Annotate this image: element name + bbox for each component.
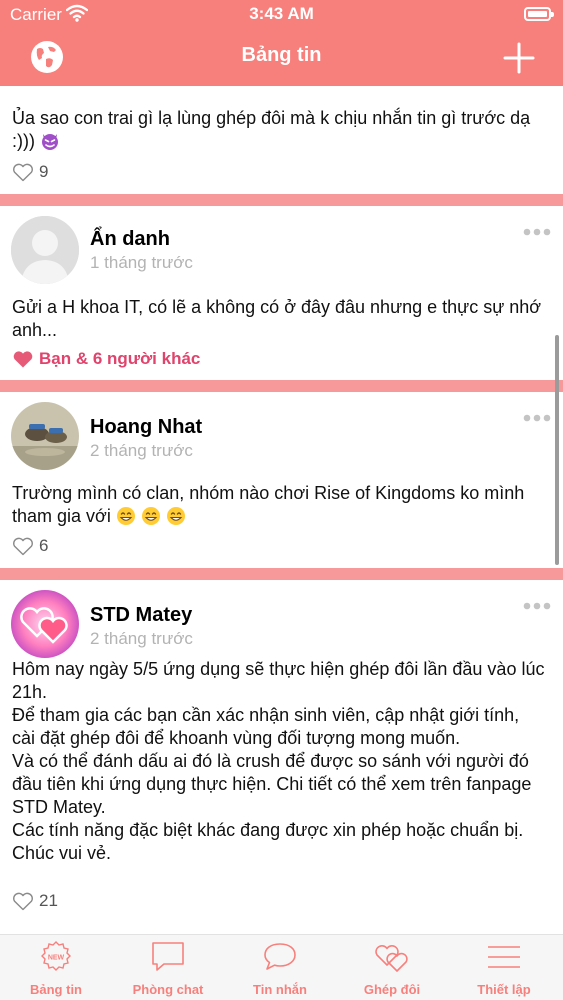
post-card[interactable]: STD Matey 2 tháng trước Hôm nay ngày 5/5…: [0, 580, 563, 934]
avatar[interactable]: [11, 216, 79, 284]
post-time: 2 tháng trước: [90, 629, 193, 648]
tab-label: Tin nhắn: [253, 982, 307, 997]
tab-match[interactable]: Ghép đôi: [336, 935, 448, 1000]
new-badge: NEW: [48, 955, 65, 962]
more-options-icon[interactable]: [523, 414, 551, 422]
plus-icon[interactable]: [503, 42, 535, 74]
post-content: Ủa sao con trai gì lạ lùng ghép đôi mà k…: [12, 108, 531, 151]
user-photo: [11, 402, 79, 470]
post-separator: [0, 568, 563, 580]
heart-outline-icon: [13, 163, 33, 182]
battery-icon: [524, 7, 554, 21]
scrollbar[interactable]: [555, 335, 559, 565]
heart-filled-icon: [13, 351, 33, 368]
tab-label: Bảng tin: [30, 982, 82, 997]
menu-icon: [488, 946, 520, 968]
author-name[interactable]: Ẩn danh: [90, 228, 170, 251]
post-content: Hôm nay ngày 5/5 ứng dụng sẽ thực hiện g…: [12, 659, 545, 863]
tab-bar: NEW Bảng tin Phòng chat Tin nhắn Ghép đô…: [0, 934, 563, 1000]
grin-emoji: [141, 507, 160, 525]
post-content: Trường mình có clan, nhóm nào chơi Rise …: [12, 483, 525, 526]
post-content: Gửi a H khoa IT, có lẽ a không có ở đây …: [12, 297, 542, 340]
tab-label: Ghép đôi: [363, 982, 421, 997]
author-name[interactable]: Hoang Nhat: [90, 416, 202, 439]
tab-messages[interactable]: Tin nhắn: [224, 935, 336, 1000]
chat-room-icon: [152, 942, 184, 971]
grin-emoji: [166, 507, 185, 525]
hearts-logo-avatar: [11, 590, 79, 658]
more-options-icon[interactable]: [523, 228, 551, 236]
news-feed[interactable]: Ủa sao con trai gì lạ lùng ghép đôi mà k…: [0, 86, 563, 934]
status-bar: Carrier 3:43 AM: [0, 0, 563, 30]
navigation-header: Carrier 3:43 AM Bảng tin: [0, 0, 563, 86]
devil-emoji: [42, 134, 58, 150]
author-name[interactable]: STD Matey: [90, 604, 192, 627]
grin-emoji-group: [116, 506, 186, 526]
heart-outline-icon: [13, 892, 33, 911]
like-button[interactable]: 21: [12, 890, 72, 912]
post-time: 1 tháng trước: [90, 253, 193, 272]
like-button[interactable]: 9: [12, 161, 72, 183]
like-button[interactable]: Bạn & 6 người khác: [12, 348, 232, 370]
like-count: 6: [39, 536, 49, 555]
avatar[interactable]: [11, 590, 79, 658]
avatar[interactable]: [11, 402, 79, 470]
post-card[interactable]: Ẩn danh 1 tháng trước Gửi a H khoa IT, c…: [0, 206, 563, 380]
like-count: 21: [39, 891, 58, 910]
tab-chat-room[interactable]: Phòng chat: [112, 935, 224, 1000]
like-count: 9: [39, 162, 49, 181]
hearts-icon: [375, 944, 408, 972]
tab-news[interactable]: NEW Bảng tin: [0, 935, 112, 1000]
clock: 3:43 AM: [249, 4, 314, 23]
more-options-icon[interactable]: [523, 602, 551, 610]
heart-outline-icon: [13, 537, 33, 556]
like-button[interactable]: 6: [12, 535, 72, 557]
like-count: Bạn & 6 người khác: [39, 349, 201, 368]
news-icon: NEW: [41, 941, 71, 971]
post-card[interactable]: Ủa sao con trai gì lạ lùng ghép đôi mà k…: [0, 86, 563, 194]
page-title: Bảng tin: [241, 44, 322, 66]
post-separator: [0, 380, 563, 392]
post-time: 2 tháng trước: [90, 441, 193, 460]
tab-label: Thiết lập: [477, 982, 531, 997]
tab-settings[interactable]: Thiết lập: [448, 935, 560, 1000]
post-separator: [0, 194, 563, 206]
grin-emoji: [116, 507, 135, 525]
tab-label: Phòng chat: [132, 982, 204, 997]
post-card[interactable]: Hoang Nhat 2 tháng trước Trường mình có …: [0, 392, 563, 568]
message-bubble-icon: [264, 943, 296, 970]
default-avatar-icon: [11, 216, 79, 284]
